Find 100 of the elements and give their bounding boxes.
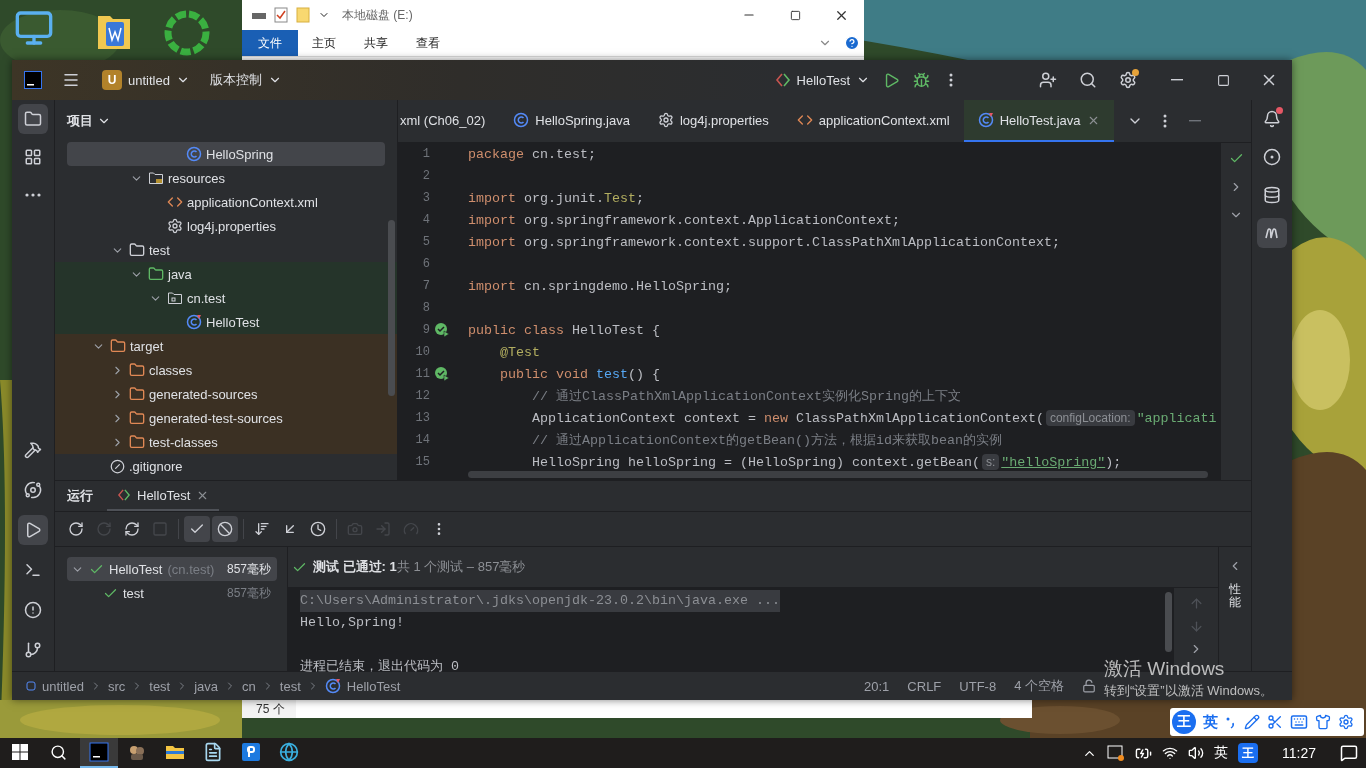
tool-window-button[interactable] (1257, 218, 1287, 248)
gear-icon (657, 112, 674, 128)
notepad-icon (203, 742, 223, 762)
toolbar-button[interactable] (212, 516, 238, 542)
tree-item-label[interactable]: resources (168, 170, 226, 186)
class-icon (186, 146, 202, 162)
editor-tab[interactable]: log4j.properties (643, 100, 783, 142)
breadcrumb[interactable]: HelloTest (346, 678, 401, 694)
run-tab[interactable]: HelloTest (107, 481, 220, 511)
test-name: test (123, 585, 144, 601)
input-language[interactable]: 英 (1214, 744, 1228, 762)
tree-item-label[interactable]: target (130, 338, 164, 354)
keyboard-icon[interactable] (1290, 713, 1308, 731)
hammer-icon (24, 441, 42, 459)
toolbar-button[interactable] (184, 516, 210, 542)
input-mode[interactable]: 英 (1203, 712, 1218, 732)
ribbon-tab[interactable]: 查看 (402, 30, 454, 56)
notification-dot (1132, 69, 1139, 76)
ignore-icon (110, 458, 125, 474)
side-tab[interactable]: 性能 (1229, 583, 1241, 610)
line-ending[interactable]: CRLF (907, 678, 942, 694)
line-number: 10 (414, 345, 430, 359)
breadcrumb[interactable]: src (107, 678, 126, 694)
file-encoding[interactable]: UTF-8 (959, 678, 997, 694)
wifi-icon[interactable] (1162, 745, 1178, 761)
line-number: 3 (421, 191, 430, 205)
test-class-icon (324, 678, 341, 694)
run-test-icon[interactable] (434, 366, 450, 382)
scissors-icon[interactable] (1267, 714, 1283, 730)
editor-tab[interactable]: HelloSpring.java (499, 100, 644, 142)
tree-item-label[interactable]: test-classes (149, 434, 218, 450)
code-line: // 通过ClassPathXmlApplicationContext实例化Spring的上下文 (531, 388, 961, 405)
resources-folder-icon (148, 170, 164, 186)
breadcrumb[interactable]: test (149, 678, 171, 694)
ribbon-tab[interactable]: 文件 (242, 30, 298, 56)
tree-item-label[interactable]: .gitignore (129, 458, 183, 474)
test-class-icon (186, 314, 202, 330)
tree-item-label[interactable]: java (168, 266, 192, 282)
taskbar-app[interactable] (80, 738, 118, 768)
terminal-icon (24, 561, 42, 579)
search-icon (49, 743, 67, 761)
window-title: 本地磁盘 (E:) (342, 6, 413, 24)
test-duration: 857毫秒 (226, 560, 271, 578)
vcs-menu[interactable]: 版本控制 (203, 65, 288, 95)
ribbon-tab[interactable]: 主页 (298, 30, 350, 56)
update-icon[interactable] (1107, 745, 1125, 761)
editor-tab[interactable]: xml (Ch06_02) (398, 100, 500, 142)
panel-title[interactable]: 项目 (67, 112, 111, 130)
more-icon (1162, 114, 1167, 128)
settings-icon[interactable] (1338, 714, 1354, 730)
clock[interactable]: 11:27 (1282, 745, 1316, 761)
add-user-icon (1039, 71, 1057, 89)
activation-title: 激活 Windows (1104, 657, 1226, 681)
lock-icon[interactable] (1082, 679, 1096, 693)
shirt-icon[interactable] (1315, 714, 1331, 730)
code-line: HelloSpring helloSpring = (HelloSpring) context.getBean( s: "helloSpring"); (531, 454, 1122, 470)
new-folder-icon (296, 7, 310, 23)
database-icon (1263, 186, 1281, 204)
editor-tab[interactable]: applicationContext.xml (782, 100, 964, 142)
punctuation-icon[interactable] (1225, 715, 1237, 729)
project-selector[interactable]: U untitled (96, 65, 196, 95)
test-result-row[interactable]: test 857毫秒 (67, 581, 277, 605)
run-configuration[interactable]: HelloTest (768, 65, 876, 95)
volume-icon[interactable] (1188, 745, 1204, 761)
breadcrumb[interactable]: untitled (42, 678, 84, 694)
line-number: 14 (414, 433, 430, 447)
editor-tab[interactable]: HelloTest.java (963, 100, 1114, 142)
code-tag-icon (167, 194, 183, 210)
breadcrumb[interactable]: java (194, 678, 219, 694)
pencil-icon[interactable] (1244, 714, 1260, 730)
tree-item-label[interactable]: cn.test (187, 290, 226, 306)
help-icon[interactable] (844, 35, 860, 51)
tree-item-label[interactable]: test (149, 242, 170, 258)
edge-icon (279, 742, 299, 762)
notification-center-icon[interactable] (1340, 744, 1358, 762)
run-test-icon[interactable] (434, 322, 450, 338)
maximize-icon (1216, 73, 1230, 87)
tree-item-label[interactable]: HelloTest (206, 314, 260, 330)
cursor-position[interactable]: 20:1 (864, 678, 890, 694)
tree-item-label[interactable]: HelloSpring (206, 146, 274, 162)
ime-logo[interactable]: 王 (1238, 743, 1258, 763)
git-branch-icon (24, 641, 42, 659)
test-result-row[interactable]: HelloTest (cn.test) 857毫秒 (67, 557, 277, 581)
indent-setting[interactable]: 4 个空格 (1014, 677, 1064, 695)
ribbon-tab[interactable]: 共享 (350, 30, 402, 56)
breadcrumb[interactable]: cn (242, 678, 256, 694)
tree-item-label[interactable]: log4j.properties (187, 218, 276, 234)
line-number: 9 (421, 323, 430, 337)
tool-window-button[interactable] (18, 515, 48, 545)
selected-tree-row[interactable]: HelloSpring (67, 142, 385, 166)
code-line: import org.junit.Test; (468, 190, 644, 206)
maximize-icon (789, 9, 801, 21)
breadcrumb[interactable]: test (279, 678, 301, 694)
tool-window-button[interactable] (18, 104, 48, 134)
code-line: public class HelloTest { (468, 322, 660, 338)
gear-icon (167, 218, 183, 234)
tree-item-label[interactable]: applicationContext.xml (187, 194, 318, 210)
test-package: (cn.test) (167, 561, 215, 577)
tree-item-label[interactable]: classes (149, 362, 193, 378)
intellij-icon (89, 742, 109, 762)
